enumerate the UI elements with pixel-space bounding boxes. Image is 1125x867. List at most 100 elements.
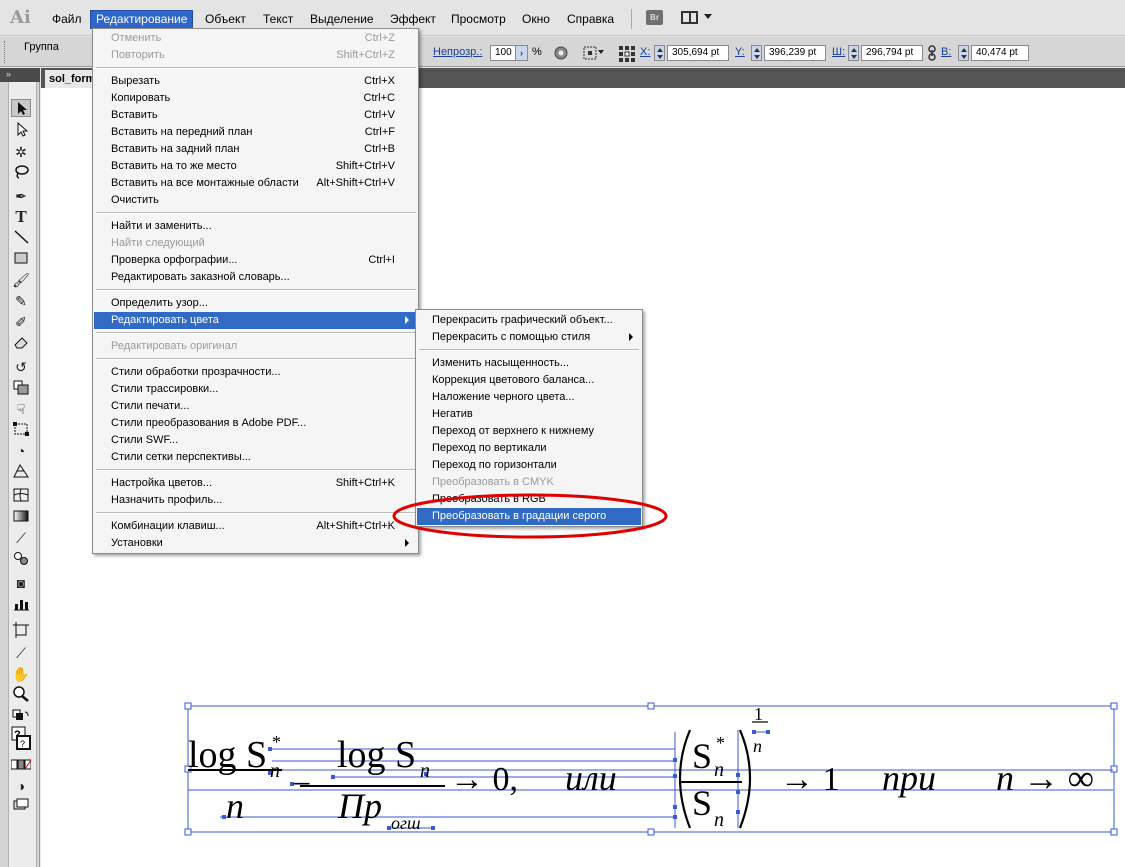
- screen-mode-icon[interactable]: [11, 798, 31, 816]
- submenu-item-recolor-with-preset[interactable]: Перекрасить с помощью стиля: [417, 329, 641, 346]
- rotate-tool-icon[interactable]: ↺: [11, 358, 31, 376]
- menu-item-tracing-presets[interactable]: Стили трассировки...: [94, 381, 417, 398]
- menu-item-print-presets[interactable]: Стили печати...: [94, 398, 417, 415]
- height-label[interactable]: В:: [941, 46, 951, 58]
- menu-item-preferences[interactable]: Установки: [94, 535, 417, 552]
- menu-item-keyboard-shortcuts[interactable]: Комбинации клавиш... Alt+Shift+Ctrl+K: [94, 518, 417, 535]
- menu-item-redo[interactable]: Повторить Shift+Ctrl+Z: [94, 47, 417, 64]
- color-modes-icon[interactable]: [10, 757, 32, 775]
- blend-tool-icon[interactable]: [11, 550, 31, 568]
- bridge-button[interactable]: Br: [646, 10, 663, 25]
- shape-builder-tool-icon[interactable]: ◔: [11, 442, 31, 460]
- mesh-tool-icon[interactable]: [11, 487, 31, 505]
- panel-grip[interactable]: [4, 41, 7, 63]
- recolor-artwork-icon[interactable]: [553, 45, 569, 61]
- submenu-item-convert-to-grayscale[interactable]: Преобразовать в градации серого: [417, 508, 641, 525]
- submenu-item-blend-vertically[interactable]: Переход по вертикали: [417, 440, 641, 457]
- menu-item-find-replace[interactable]: Найти и заменить...: [94, 218, 417, 235]
- submenu-item-saturate[interactable]: Изменить насыщенность...: [417, 355, 641, 372]
- opacity-label[interactable]: Непрозр.:: [433, 46, 482, 58]
- artboard-tool-icon[interactable]: [11, 622, 31, 640]
- x-stepper[interactable]: [654, 45, 665, 61]
- menu-edit[interactable]: Редактирование: [89, 10, 194, 29]
- link-icon[interactable]: [926, 45, 942, 61]
- menu-item-paste[interactable]: Вставить Ctrl+V: [94, 107, 417, 124]
- magic-wand-tool-icon[interactable]: ✲: [11, 143, 31, 161]
- default-colors-icon[interactable]: [11, 709, 31, 727]
- menu-object[interactable]: Объект: [200, 11, 251, 28]
- x-label[interactable]: X:: [640, 46, 650, 58]
- width-stepper[interactable]: [848, 45, 859, 61]
- height-stepper[interactable]: [958, 45, 969, 61]
- submenu-item-convert-to-cmyk[interactable]: Преобразовать в CMYK: [417, 474, 641, 491]
- hand-tool-icon[interactable]: ✋: [11, 665, 31, 683]
- direct-selection-tool-icon[interactable]: [11, 121, 31, 139]
- menu-item-assign-profile[interactable]: Назначить профиль...: [94, 492, 417, 509]
- warp-tool-icon[interactable]: ☟: [11, 400, 31, 418]
- submenu-item-recolor-artwork[interactable]: Перекрасить графический объект...: [417, 312, 641, 329]
- free-transform-tool-icon[interactable]: [11, 421, 31, 439]
- chevron-down-icon[interactable]: [598, 50, 604, 54]
- menu-item-paste-in-front[interactable]: Вставить на передний план Ctrl+F: [94, 124, 417, 141]
- zoom-tool-icon[interactable]: [11, 686, 31, 704]
- menu-help[interactable]: Справка: [562, 11, 619, 28]
- y-label[interactable]: Y:: [735, 46, 745, 58]
- menu-item-copy[interactable]: Копировать Ctrl+C: [94, 90, 417, 107]
- submenu-item-overprint-black[interactable]: Наложение черного цвета...: [417, 389, 641, 406]
- menu-item-find-next[interactable]: Найти следующий: [94, 235, 417, 252]
- paintbrush-tool-icon[interactable]: 🖌: [11, 271, 31, 289]
- menu-item-cut[interactable]: Вырезать Ctrl+X: [94, 73, 417, 90]
- menu-item-edit-original[interactable]: Редактировать оригинал: [94, 338, 417, 355]
- menu-item-paste-in-place[interactable]: Вставить на то же место Shift+Ctrl+V: [94, 158, 417, 175]
- menu-item-check-spelling[interactable]: Проверка орфографии... Ctrl+I: [94, 252, 417, 269]
- menu-effect[interactable]: Эффект: [385, 11, 441, 28]
- workspace-switcher-button[interactable]: [681, 10, 712, 26]
- menu-item-edit-colors[interactable]: Редактировать цвета: [94, 312, 417, 329]
- menu-item-color-settings[interactable]: Настройка цветов... Shift+Ctrl+K: [94, 475, 417, 492]
- pencil-tool-icon[interactable]: ✎: [11, 292, 31, 310]
- menu-item-define-pattern[interactable]: Определить узор...: [94, 295, 417, 312]
- opacity-dropdown-button[interactable]: ›: [515, 45, 528, 61]
- type-tool-icon[interactable]: T: [11, 208, 31, 226]
- menu-item-clear[interactable]: Очистить: [94, 192, 417, 209]
- menu-item-undo[interactable]: Отменить Ctrl+Z: [94, 30, 417, 47]
- eraser-tool-icon[interactable]: [11, 334, 31, 352]
- document-tab[interactable]: sol_form: [45, 70, 97, 88]
- submenu-item-adjust-color-balance[interactable]: Коррекция цветового баланса...: [417, 372, 641, 389]
- collapse-icon[interactable]: »: [6, 69, 11, 79]
- perspective-grid-tool-icon[interactable]: [11, 463, 31, 481]
- y-field[interactable]: 396,239 pt: [764, 45, 826, 61]
- menu-item-transparency-flattener-presets[interactable]: Стили обработки прозрачности...: [94, 364, 417, 381]
- menu-item-paste-in-back[interactable]: Вставить на задний план Ctrl+B: [94, 141, 417, 158]
- fill-stroke-icon[interactable]: ??: [11, 726, 31, 752]
- column-graph-tool-icon[interactable]: [11, 596, 31, 614]
- submenu-item-blend-front-to-back[interactable]: Переход от верхнего к нижнему: [417, 423, 641, 440]
- reference-point-icon[interactable]: [618, 45, 635, 62]
- menu-file[interactable]: Файл: [47, 11, 87, 28]
- tools-panel-header[interactable]: »: [0, 68, 40, 82]
- width-label[interactable]: Ш:: [832, 46, 845, 58]
- menu-item-pdf-presets[interactable]: Стили преобразования в Adobe PDF...: [94, 415, 417, 432]
- menu-select[interactable]: Выделение: [305, 11, 379, 28]
- menu-window[interactable]: Окно: [517, 11, 555, 28]
- submenu-item-blend-horizontally[interactable]: Переход по горизонтали: [417, 457, 641, 474]
- blob-brush-tool-icon[interactable]: ✐: [11, 313, 31, 331]
- pen-tool-icon[interactable]: ✒: [11, 187, 31, 205]
- menu-item-edit-custom-dictionary[interactable]: Редактировать заказной словарь...: [94, 269, 417, 286]
- lasso-tool-icon[interactable]: [11, 163, 31, 181]
- menu-item-perspective-grid-presets[interactable]: Стили сетки перспективы...: [94, 449, 417, 466]
- draw-modes-icon[interactable]: ◑: [11, 777, 31, 795]
- rectangle-tool-icon[interactable]: [11, 250, 31, 268]
- eyedropper-tool-icon[interactable]: ⟋: [11, 529, 31, 547]
- y-stepper[interactable]: [751, 45, 762, 61]
- menu-item-swf-presets[interactable]: Стили SWF...: [94, 432, 417, 449]
- scale-tool-icon[interactable]: [11, 379, 31, 397]
- height-field[interactable]: 40,474 pt: [971, 45, 1029, 61]
- submenu-item-invert-colors[interactable]: Негатив: [417, 406, 641, 423]
- menu-type[interactable]: Текст: [258, 11, 298, 28]
- align-to-selection-icon[interactable]: [582, 45, 598, 61]
- gradient-tool-icon[interactable]: [11, 508, 31, 526]
- selection-tool-icon[interactable]: [11, 99, 31, 117]
- slice-tool-icon[interactable]: ⟋: [11, 644, 31, 662]
- submenu-item-convert-to-rgb[interactable]: Преобразовать в RGB: [417, 491, 641, 508]
